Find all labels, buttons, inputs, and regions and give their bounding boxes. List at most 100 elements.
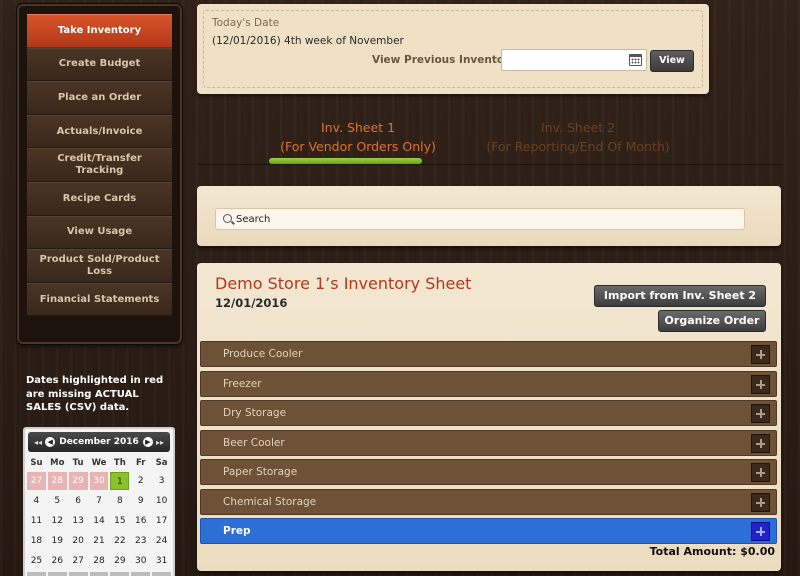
calendar-day[interactable]: 24 [152,532,171,550]
calendar-day[interactable]: 17 [152,512,171,530]
calendar-day[interactable]: 28 [90,552,109,570]
calendar-day[interactable]: 12 [48,512,67,530]
calendar-day[interactable]: 6 [69,492,88,510]
calendar-day[interactable]: 28 [47,472,67,490]
category-label: Chemical Storage [223,495,317,508]
expand-plus-icon[interactable] [751,345,770,364]
tab-inv-sheet-1-title: Inv. Sheet 1 [320,120,396,135]
calendar-day[interactable]: 5 [48,492,67,510]
calendar-day[interactable]: 31 [152,552,171,570]
weekday-header: Sa [155,458,168,468]
category-produce-cooler[interactable]: Produce Cooler [200,341,777,367]
inventory-title: Demo Store 1’s Inventory Sheet [215,274,472,293]
calendar-day[interactable]: 4 [27,492,46,510]
calendar-header: ◂◂ ◀ December 2016 ▶ ▸▸ [28,432,170,452]
tab-inv-sheet-1-subtitle: (For Vendor Orders Only) [280,139,436,154]
calendar-day[interactable]: 20 [69,532,88,550]
calendar-day[interactable]: 4 [89,572,109,576]
calendar-day[interactable]: 1 [110,472,130,490]
search-icon [223,214,232,223]
nav-view-usage[interactable]: View Usage [27,215,172,250]
calendar-day[interactable]: 27 [69,552,88,570]
category-chemical-storage[interactable]: Chemical Storage [200,488,777,515]
expand-plus-icon[interactable] [751,374,770,394]
calendar-day[interactable]: 16 [131,512,150,530]
calendar-day[interactable]: 19 [48,532,67,550]
calendar-day[interactable]: 14 [90,512,109,530]
expand-plus-icon[interactable] [751,492,770,512]
calendar-day[interactable]: 7 [152,572,171,576]
calendar-day[interactable]: 30 [131,552,150,570]
inventory-panel: Demo Store 1’s Inventory Sheet 12/01/201… [197,263,781,571]
expand-plus-icon[interactable] [751,463,770,482]
category-label: Beer Cooler [223,436,285,449]
calendar-day[interactable]: 15 [110,512,129,530]
view-previous-inventory-label: View Previous Inventory [372,54,517,66]
view-button[interactable]: View [650,50,694,72]
nav-product-sold-loss[interactable]: Product Sold/Product Loss [27,249,172,283]
calendar-day[interactable]: 10 [152,492,171,510]
calendar-day[interactable]: 3 [152,472,171,490]
calendar-day[interactable]: 7 [90,492,109,510]
import-button[interactable]: Import from Inv. Sheet 2 [594,285,766,307]
todays-date-label: Today's Date [212,17,280,29]
calendar-day[interactable]: 2 [47,572,67,576]
tab-inv-sheet-1[interactable]: Inv. Sheet 1 (For Vendor Orders Only) [268,118,448,156]
calendar-day[interactable]: 8 [110,492,129,510]
tab-divider [197,164,782,165]
calendar-day[interactable]: 5 [110,572,130,576]
date-panel: Today's Date (12/01/2016) 4th week of No… [197,4,709,94]
calendar-month-label: December 2016 [59,437,139,447]
next-year-icon[interactable]: ▸▸ [156,438,164,447]
category-freezer[interactable]: Freezer [200,370,777,397]
category-dry-storage[interactable]: Dry Storage [200,400,777,426]
calendar-day[interactable]: 30 [89,472,109,490]
calendar-day[interactable]: 2 [131,472,150,490]
expand-plus-icon[interactable] [751,404,770,423]
calendar-day[interactable]: 26 [48,552,67,570]
previous-inventory-date-input[interactable] [501,49,647,71]
total-amount: Total Amount: $0.00 [649,545,775,558]
tab-inv-sheet-2[interactable]: Inv. Sheet 2 (For Reporting/End Of Month… [478,118,678,156]
weekday-header: Su [30,458,43,468]
next-month-icon[interactable]: ▶ [142,437,153,447]
calendar-day[interactable]: 13 [69,512,88,530]
calendar-day[interactable]: 9 [131,492,150,510]
category-prep[interactable]: Prep [200,518,777,544]
calendar-day[interactable]: 27 [27,472,46,490]
nav-financial-statements[interactable]: Financial Statements [27,282,172,317]
nav-create-budget[interactable]: Create Budget [27,47,172,82]
calendar-day[interactable]: 11 [27,512,46,530]
category-label: Paper Storage [223,466,298,478]
expand-plus-icon[interactable] [751,522,770,541]
calendar-day[interactable]: 6 [131,572,151,576]
weekday-header: We [91,458,107,468]
category-label: Prep [223,525,251,537]
nav-credit-transfer-tracking[interactable]: Credit/Transfer Tracking [27,148,172,182]
calendar-day[interactable]: 18 [27,532,46,550]
expand-plus-icon[interactable] [751,433,770,453]
weekday-header: Th [113,458,126,468]
nav-recipe-cards[interactable]: Recipe Cards [27,181,172,216]
nav-actuals-invoice[interactable]: Actuals/Invoice [27,114,172,149]
prev-year-icon[interactable]: ◂◂ [34,438,42,447]
calendar-day[interactable]: 22 [110,532,129,550]
category-paper-storage[interactable]: Paper Storage [200,459,777,485]
search-input[interactable] [236,211,736,227]
calendar-day[interactable]: 21 [90,532,109,550]
calendar-day[interactable]: 29 [68,472,88,490]
category-beer-cooler[interactable]: Beer Cooler [200,429,777,456]
calendar-icon[interactable] [629,54,642,66]
nav-take-inventory[interactable]: Take Inventory [27,14,172,48]
weekday-header: Tu [72,458,84,468]
calendar-day[interactable]: 3 [68,572,88,576]
prev-month-icon[interactable]: ◀ [45,437,56,447]
calendar-day[interactable]: 29 [110,552,129,570]
calendar-day[interactable]: 25 [27,552,46,570]
calendar-day[interactable]: 23 [131,532,150,550]
calendar-day[interactable]: 1 [27,572,46,576]
nav-place-an-order[interactable]: Place an Order [27,81,172,115]
organize-order-button[interactable]: Organize Order [658,310,766,332]
calendar-grid: Su Mo Tu We Th Fr Sa 27 28 29 30 1 2 3 4 5 6 7 8 9 10 11 12 13 1… [25,455,173,576]
category-label: Dry Storage [223,407,287,419]
